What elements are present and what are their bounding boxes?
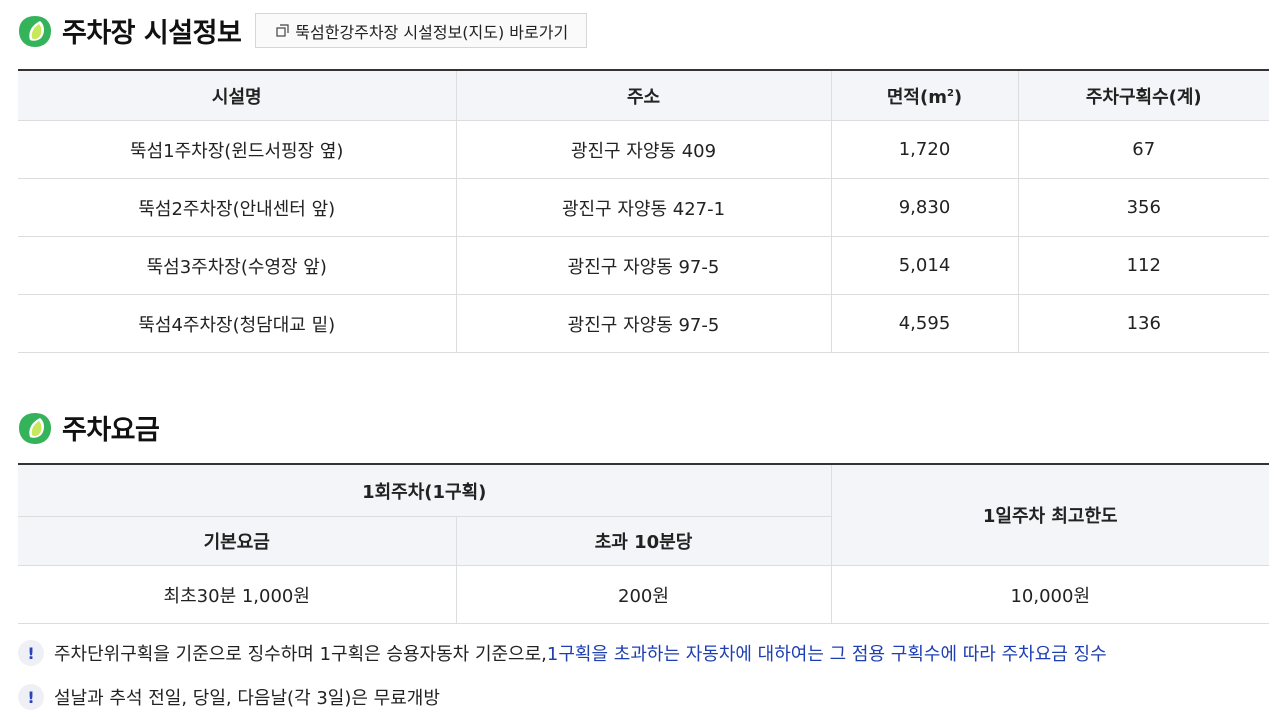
facility-spaces: 356 — [1017, 178, 1269, 237]
table-row: 뚝섬4주차장(청담대교 밑) 광진구 자양동 97-5 4,595 136 — [18, 294, 1269, 353]
header-area-label: 면적(m — [886, 86, 947, 108]
table-row: 최초30분 1,000원 200원 10,000원 — [18, 565, 1269, 624]
fee-section-title: 주차요금 — [62, 415, 160, 446]
header-extra-fee: 초과 10분당 — [455, 516, 831, 566]
header-facility-name: 시설명 — [18, 70, 456, 121]
note-text: 설날과 추석 전일, 당일, 다음날(각 3일)은 무료개방 — [54, 688, 440, 709]
facility-address: 광진구 자양동 409 — [455, 120, 831, 179]
facility-spaces: 112 — [1017, 236, 1269, 295]
leaf-icon — [19, 15, 51, 47]
facility-table-header-row: 시설명 주소 면적(m2) 주차구획수(계) — [18, 70, 1269, 121]
header-basic-fee: 기본요금 — [18, 516, 456, 566]
facility-map-link-button[interactable]: 뚝섬한강주차장 시설정보(지도) 바로가기 — [255, 13, 588, 48]
facility-name: 뚝섬4주차장(청담대교 밑) — [18, 294, 456, 353]
fee-section-header: 주차요금 — [18, 408, 160, 447]
header-parking-spaces: 주차구획수(계) — [1017, 70, 1269, 121]
facility-area: 1,720 — [830, 120, 1018, 179]
header-daily-max: 1일주차 최고한도 — [830, 464, 1269, 566]
table-row: 뚝섬2주차장(안내센터 앞) 광진구 자양동 427-1 9,830 356 — [18, 178, 1269, 237]
facility-spaces: 136 — [1017, 294, 1269, 353]
table-row: 뚝섬3주차장(수영장 앞) 광진구 자양동 97-5 5,014 112 — [18, 236, 1269, 295]
facility-section-header: 주차장 시설정보 뚝섬한강주차장 시설정보(지도) 바로가기 — [18, 11, 588, 50]
facility-area: 4,595 — [830, 294, 1018, 353]
facility-spaces: 67 — [1017, 120, 1269, 179]
facility-area: 5,014 — [830, 236, 1018, 295]
fee-table-header-row: 1회주차(1구획) 1일주차 최고한도 — [18, 464, 1269, 566]
note-item: ! 주차단위구획을 기준으로 징수하며 1구획은 승용자동차 기준으로, 1구획… — [18, 640, 1107, 666]
header-single-parking: 1회주차(1구획) — [18, 464, 831, 517]
facility-address: 광진구 자양동 97-5 — [455, 294, 831, 353]
fee-table: 1회주차(1구획) 1일주차 최고한도 기본요금 초과 10분당 최초30분 1… — [18, 463, 1269, 624]
daily-max-value: 10,000원 — [830, 565, 1269, 624]
header-area-close: ) — [953, 86, 963, 108]
facility-section-title: 주차장 시설정보 — [62, 18, 242, 49]
facility-address: 광진구 자양동 97-5 — [455, 236, 831, 295]
exclamation-icon: ! — [18, 640, 44, 666]
facility-address: 광진구 자양동 427-1 — [455, 178, 831, 237]
facility-name: 뚝섬2주차장(안내센터 앞) — [18, 178, 456, 237]
header-address: 주소 — [455, 70, 831, 121]
leaf-icon — [19, 412, 51, 444]
note-highlight-text: 1구획을 초과하는 자동차에 대하여는 그 점용 구획수에 따라 주차요금 징수 — [546, 644, 1107, 665]
note-text: 주차단위구획을 기준으로 징수하며 1구획은 승용자동차 기준으로, — [54, 644, 547, 665]
external-link-icon — [276, 24, 289, 37]
facility-area: 9,830 — [830, 178, 1018, 237]
header-area-sup: 2 — [946, 87, 954, 99]
header-area: 면적(m2) — [830, 70, 1018, 121]
basic-fee-value: 최초30분 1,000원 — [18, 565, 456, 624]
facility-table: 시설명 주소 면적(m2) 주차구획수(계) 뚝섬1주차장(윈드서핑장 옆) 광… — [18, 69, 1269, 353]
extra-fee-value: 200원 — [455, 565, 831, 624]
table-row: 뚝섬1주차장(윈드서핑장 옆) 광진구 자양동 409 1,720 67 — [18, 120, 1269, 179]
facility-map-link-label: 뚝섬한강주차장 시설정보(지도) 바로가기 — [295, 22, 569, 42]
facility-name: 뚝섬3주차장(수영장 앞) — [18, 236, 456, 295]
exclamation-icon: ! — [18, 684, 44, 710]
facility-name: 뚝섬1주차장(윈드서핑장 옆) — [18, 120, 456, 179]
note-item: ! 설날과 추석 전일, 당일, 다음날(각 3일)은 무료개방 — [18, 684, 440, 710]
